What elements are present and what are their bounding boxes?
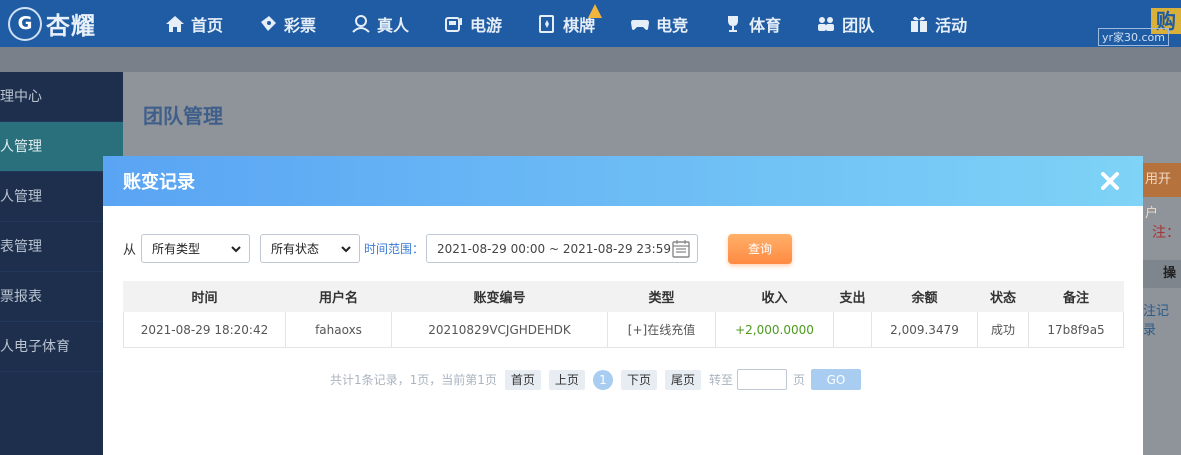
nav-item-home[interactable]: 首页: [150, 0, 243, 47]
team-icon: [818, 16, 835, 31]
nav-label: 电游: [470, 15, 503, 35]
top-nav-bar: G 杏耀 首页 彩票 真人 电游 棋牌 电竞 体育 团队 活动 购 yr家30.…: [0, 0, 1181, 47]
time-range-input[interactable]: 2021-08-29 00:00 ~ 2021-08-29 23:59: [426, 234, 699, 263]
bet-record-link[interactable]: 注记录: [1143, 300, 1181, 338]
nav-item-sports[interactable]: 体育: [708, 0, 801, 47]
column-header: 用户名: [285, 281, 392, 312]
cell-user: fahaoxs: [285, 311, 392, 348]
nav-item-team[interactable]: 团队: [801, 0, 894, 47]
cell-balance: 2,009.3479: [871, 311, 978, 348]
cell-remark: 17b8f9a5: [1028, 311, 1124, 348]
column-header: 时间: [123, 281, 286, 312]
pagination-info: 共计1条记录，1页，当前第1页: [330, 373, 497, 387]
nav-item-promo[interactable]: 活动: [894, 0, 987, 47]
cell-type: [+]在线充值: [607, 311, 716, 348]
transaction-records-modal: 账变记录 从 所有类型 所有状态 时间范围： 2021-08-29 00:00 …: [103, 156, 1143, 455]
person-icon: [352, 14, 370, 33]
filter-bar: 从 所有类型 所有状态 时间范围： 2021-08-29 00:00 ~ 202…: [123, 233, 793, 264]
nav-label: 彩票: [284, 15, 317, 35]
close-button[interactable]: [1099, 170, 1121, 192]
home-icon: [166, 15, 184, 32]
main-nav: 首页 彩票 真人 电游 棋牌 电竞 体育 团队 活动: [150, 0, 987, 47]
next-page-button[interactable]: 下页: [620, 369, 657, 390]
nav-label: 电竞: [656, 15, 689, 35]
sub-bar: [0, 47, 1181, 72]
cell-status: 成功: [977, 311, 1029, 348]
from-label: 从: [123, 243, 137, 258]
ticket-icon: [261, 15, 277, 31]
type-select-value: 所有类型: [152, 242, 201, 256]
gift-icon: [911, 16, 928, 32]
cell-income: +2,000.0000: [715, 311, 834, 348]
status-select-value: 所有状态: [271, 242, 320, 256]
first-page-button[interactable]: 首页: [504, 369, 541, 390]
nav-item-esports[interactable]: 电竞: [615, 0, 708, 47]
slot-machine-icon: [445, 16, 463, 32]
logo-mark: G: [8, 6, 42, 41]
page-title: 团队管理: [143, 104, 223, 128]
time-range-value: 2021-08-29 00:00 ~ 2021-08-29 23:59: [437, 241, 671, 256]
page-unit-label: 页: [792, 373, 805, 387]
prev-page-button[interactable]: 上页: [548, 369, 585, 390]
nav-label: 首页: [191, 15, 224, 35]
calendar-icon[interactable]: [671, 239, 691, 259]
nav-label: 团队: [842, 15, 875, 35]
status-select[interactable]: 所有状态: [260, 234, 361, 263]
cell-txn-id: 20210829VCJGHDEHDK: [391, 311, 608, 348]
nav-item-lottery[interactable]: 彩票: [243, 0, 336, 47]
note-label: 注：: [1152, 225, 1180, 241]
pagination: 共计1条记录，1页，当前第1页 首页 上页 1 下页 尾页 转至 页 GO: [330, 369, 861, 390]
sidebar-item-center[interactable]: 理中心: [0, 72, 123, 122]
column-header: 收入: [715, 281, 834, 312]
last-page-button[interactable]: 尾页: [664, 369, 701, 390]
cell-time: 2021-08-29 18:20:42: [123, 311, 286, 348]
open-account-button[interactable]: 用开户: [1143, 163, 1181, 221]
goto-label: 转至: [708, 373, 733, 387]
chevron-down-icon: [231, 245, 241, 252]
go-button[interactable]: GO: [811, 369, 861, 390]
column-header: 支出: [833, 281, 872, 312]
brand-logo[interactable]: G 杏耀: [0, 0, 150, 47]
card-icon: [539, 14, 555, 33]
nav-label: 真人: [377, 15, 410, 35]
column-header: 类型: [607, 281, 716, 312]
cell-expense: [833, 311, 872, 348]
records-table: 时间 用户名 账变编号 类型 收入 支出 余额 状态 备注 2021-08-29…: [123, 281, 1124, 348]
trophy-icon: [728, 15, 739, 32]
nav-label: 体育: [749, 15, 782, 35]
query-button[interactable]: 查询: [728, 233, 793, 264]
current-page-number[interactable]: 1: [592, 369, 613, 390]
modal-title: 账变记录: [123, 172, 195, 193]
chevron-down-icon: [341, 245, 351, 252]
table-row: 2021-08-29 18:20:42 fahaoxs 20210829VCJG…: [123, 311, 1124, 348]
table-header-action: 操: [1143, 260, 1181, 288]
gamepad-icon: [631, 19, 650, 30]
brand-name: 杏耀: [46, 12, 96, 40]
column-header: 余额: [871, 281, 978, 312]
nav-item-slots[interactable]: 电游: [429, 0, 522, 47]
close-icon: [1101, 172, 1119, 190]
column-header: 备注: [1028, 281, 1124, 312]
nav-label: 活动: [935, 15, 968, 35]
type-select[interactable]: 所有类型: [141, 234, 251, 263]
time-range-label: 时间范围：: [364, 242, 425, 256]
column-header: 账变编号: [391, 281, 608, 312]
nav-item-live[interactable]: 真人: [336, 0, 429, 47]
nav-item-cards[interactable]: 棋牌: [522, 0, 615, 47]
column-header: 状态: [977, 281, 1029, 312]
modal-header: 账变记录: [103, 156, 1143, 206]
hot-badge-icon: [588, 4, 603, 18]
goto-page-input[interactable]: [736, 369, 787, 390]
watermark: yr家30.com: [1097, 28, 1169, 46]
table-header-row: 时间 用户名 账变编号 类型 收入 支出 余额 状态 备注: [123, 281, 1124, 312]
